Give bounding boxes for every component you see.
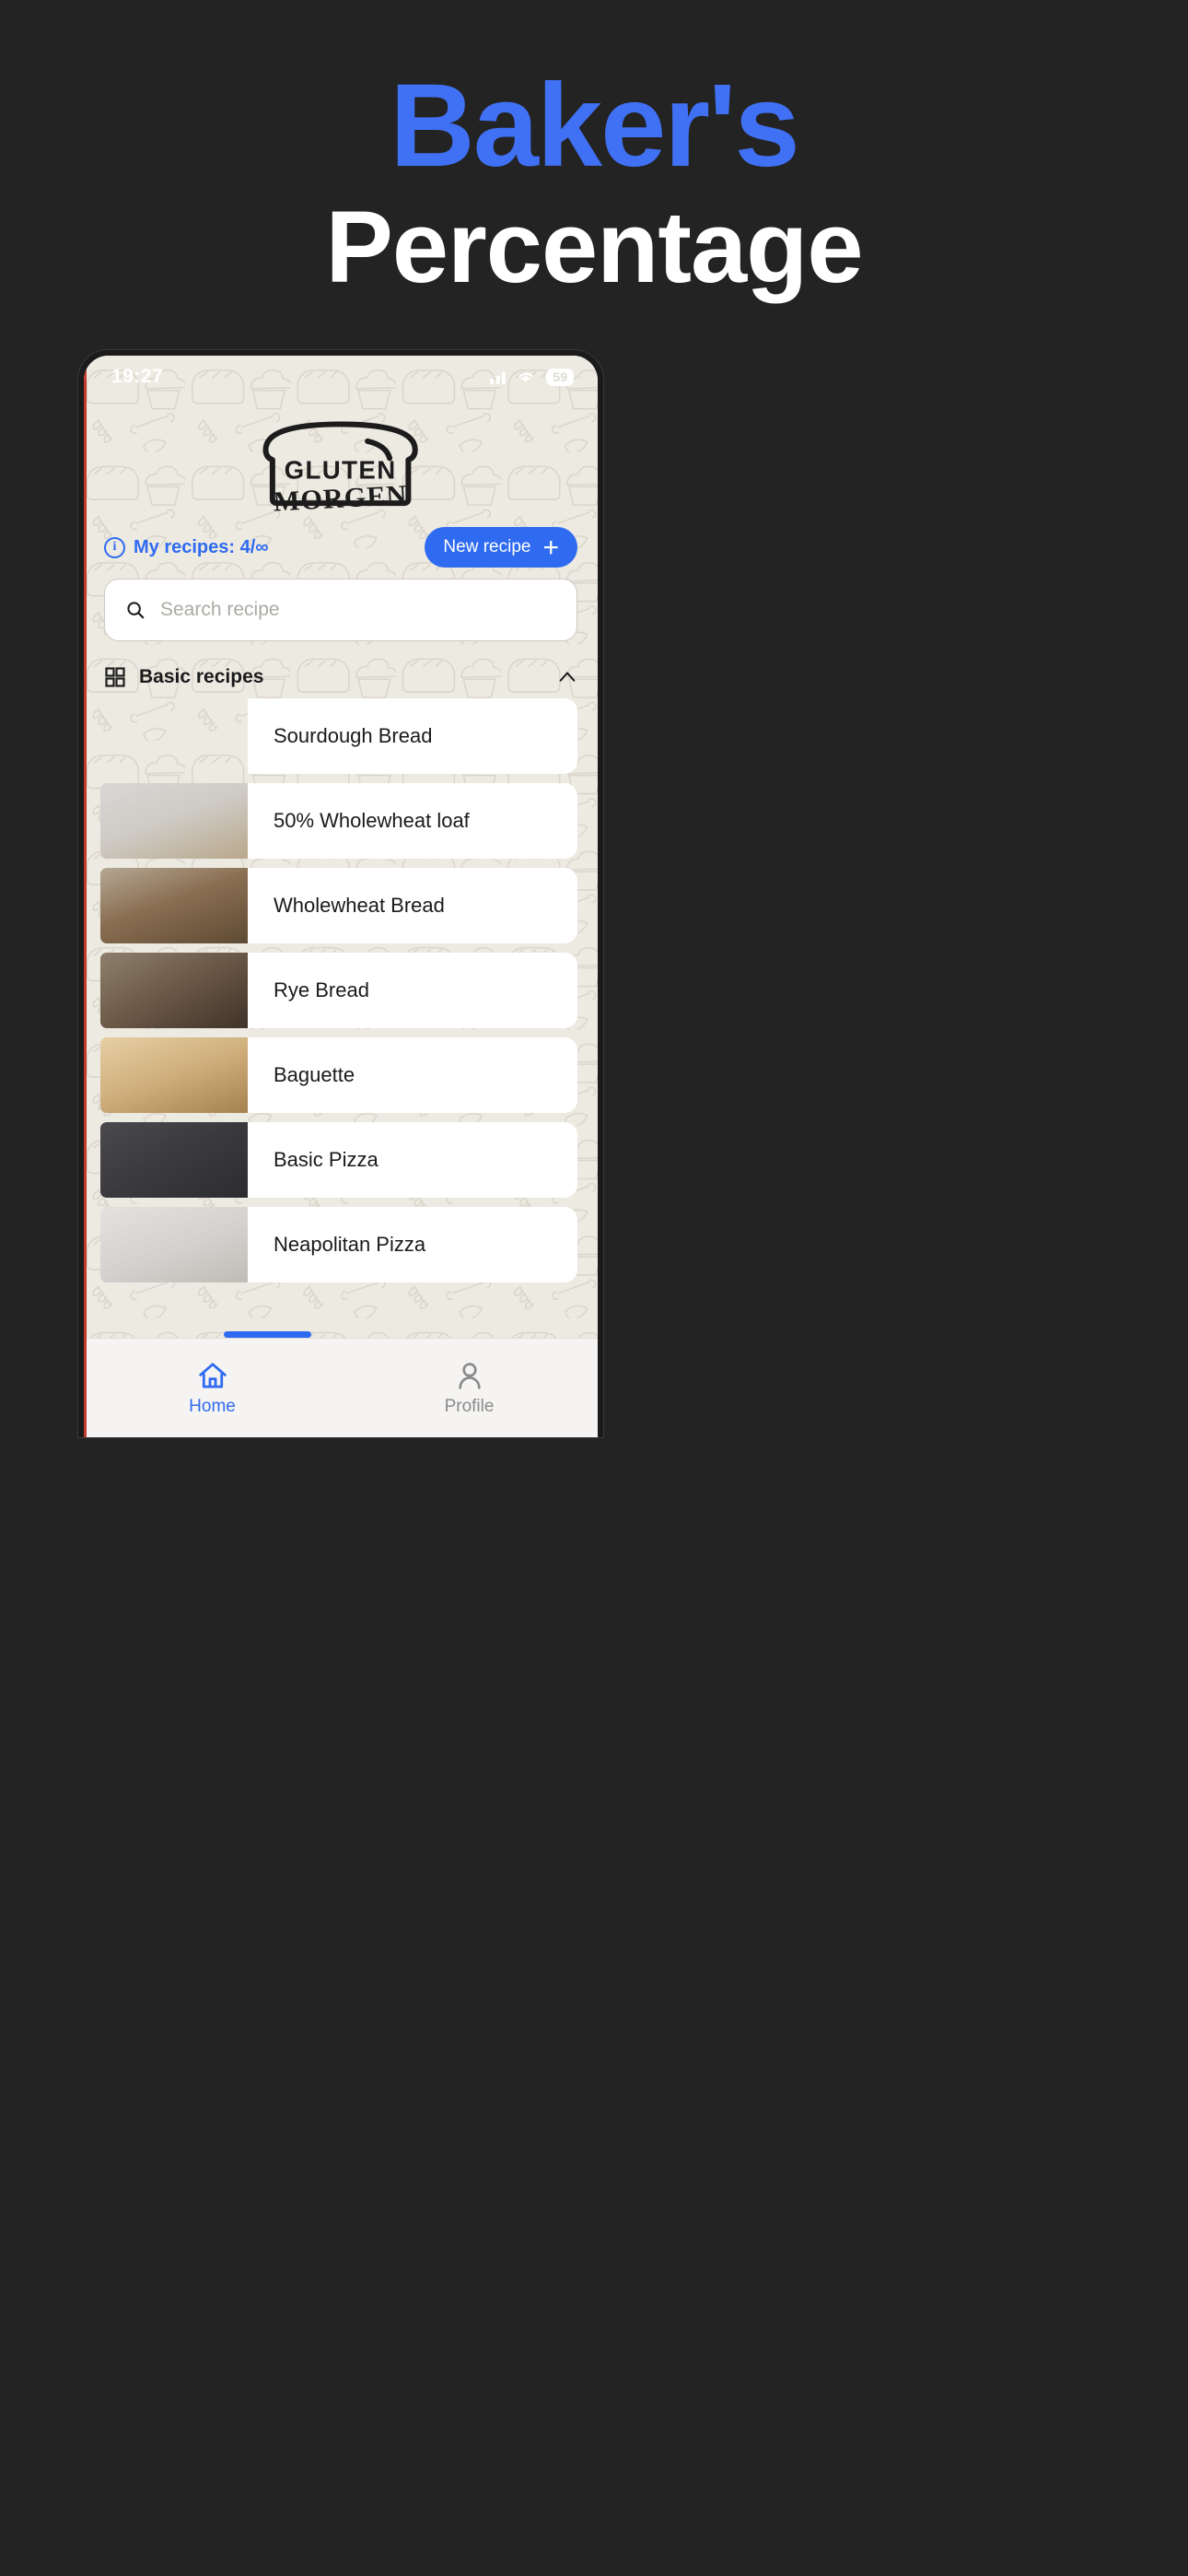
promo-headline: Baker's Percentage xyxy=(0,0,1188,301)
phone-mockup: 19:27 59 GLUTEN MORGEN i My recipes: 4/∞… xyxy=(78,350,603,1437)
recipe-label-box: Wholewheat Bread xyxy=(248,868,577,943)
recipe-name: Baguette xyxy=(274,1063,355,1086)
new-recipe-label: New recipe xyxy=(443,537,531,556)
search-icon xyxy=(127,602,145,619)
headline-line-2: Percentage xyxy=(325,190,863,304)
recipe-list: Sourdough Bread 50% Wholewheat loaf Wholew… xyxy=(84,698,598,1295)
grid-icon xyxy=(105,667,125,687)
nav-item-home[interactable]: Home xyxy=(84,1339,341,1437)
scroll-indicator[interactable] xyxy=(224,1331,311,1338)
recipe-label-box: Baguette xyxy=(248,1037,577,1113)
recipe-list-item[interactable]: Neapolitan Pizza xyxy=(100,1207,577,1282)
nav-label-profile: Profile xyxy=(444,1396,495,1416)
recipe-name: Sourdough Bread xyxy=(274,724,433,747)
bottom-navigation: Home Profile xyxy=(84,1338,598,1437)
recipe-list-item[interactable]: Wholewheat Bread xyxy=(100,868,577,943)
recipe-thumbnail xyxy=(100,1037,248,1113)
my-recipes-counter[interactable]: i My recipes: 4/∞ xyxy=(104,536,269,558)
search-box[interactable] xyxy=(104,579,577,641)
recipe-thumbnail xyxy=(100,1207,248,1282)
person-icon xyxy=(458,1362,481,1389)
recipe-list-item[interactable]: 50% Wholewheat loaf xyxy=(100,783,577,859)
recipe-label-box: Rye Bread xyxy=(248,953,577,1028)
battery-icon: 59 xyxy=(546,368,574,386)
recipe-label-box: Basic Pizza xyxy=(248,1122,577,1198)
gluten-morgen-logo-icon: GLUTEN MORGEN xyxy=(262,421,419,516)
recipe-name: 50% Wholewheat loaf xyxy=(274,809,470,832)
recipe-thumbnail xyxy=(100,953,248,1028)
recipe-name: Neapolitan Pizza xyxy=(274,1233,426,1256)
signal-icon xyxy=(490,370,507,384)
recipe-label-box: 50% Wholewheat loaf xyxy=(248,783,577,859)
recipe-thumbnail xyxy=(100,868,248,943)
recipes-meta-row: i My recipes: 4/∞ New recipe + xyxy=(84,527,598,568)
app-logo: GLUTEN MORGEN xyxy=(84,407,598,516)
search-input[interactable] xyxy=(160,599,556,621)
status-bar-time: 19:27 xyxy=(111,366,164,387)
recipe-name: Rye Bread xyxy=(274,978,369,1001)
wifi-icon xyxy=(518,372,534,382)
status-bar: 19:27 59 xyxy=(84,356,598,398)
search-section xyxy=(84,579,598,641)
chevron-up-icon[interactable] xyxy=(557,667,577,687)
basic-recipes-section-header[interactable]: Basic recipes xyxy=(84,660,598,695)
recipe-list-item[interactable]: Rye Bread xyxy=(100,953,577,1028)
headline-line-1: Baker's xyxy=(390,60,799,192)
phone-screen: 19:27 59 GLUTEN MORGEN i My recipes: 4/∞… xyxy=(84,356,598,1437)
recipe-thumbnail xyxy=(100,783,248,859)
plus-icon: + xyxy=(542,532,559,563)
screen-edge-marker xyxy=(84,356,87,1437)
recipe-list-item[interactable]: Sourdough Bread xyxy=(100,698,577,774)
recipe-list-item[interactable]: Basic Pizza xyxy=(100,1122,577,1198)
section-title: Basic recipes xyxy=(139,666,264,687)
recipe-thumbnail xyxy=(100,698,248,774)
recipe-name: Wholewheat Bread xyxy=(274,894,445,917)
info-icon[interactable]: i xyxy=(104,536,125,558)
my-recipes-label: My recipes: 4/∞ xyxy=(134,536,269,557)
recipe-list-item[interactable]: Baguette xyxy=(100,1037,577,1113)
recipe-thumbnail xyxy=(100,1122,248,1198)
new-recipe-button[interactable]: New recipe + xyxy=(425,527,577,568)
nav-item-profile[interactable]: Profile xyxy=(341,1339,598,1437)
recipe-label-box: Neapolitan Pizza xyxy=(248,1207,577,1282)
home-icon xyxy=(198,1362,227,1388)
nav-label-home: Home xyxy=(189,1396,236,1416)
status-bar-icons: 59 xyxy=(490,368,574,386)
recipe-label-box: Sourdough Bread xyxy=(248,698,577,774)
recipe-name: Basic Pizza xyxy=(274,1148,379,1171)
logo-line-2: MORGEN xyxy=(273,479,408,516)
